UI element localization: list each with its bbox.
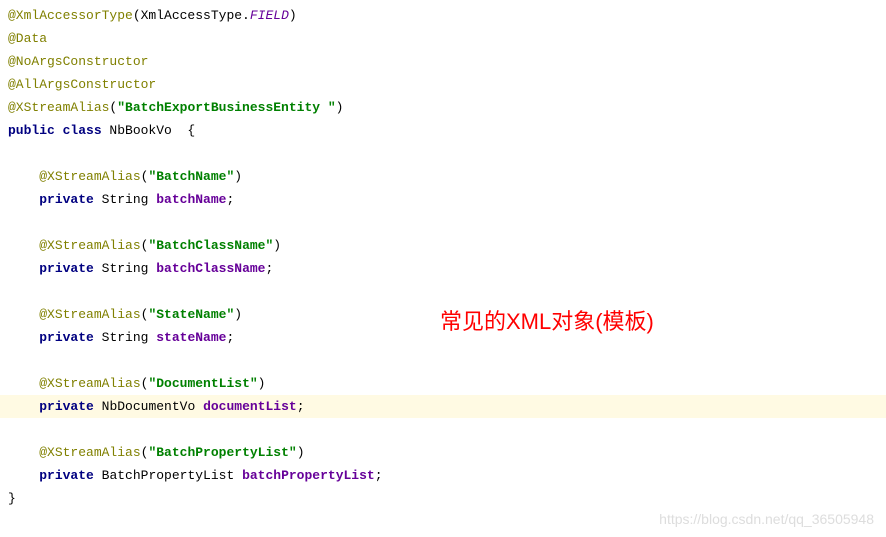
- code-token-type: NbBookVo {: [109, 123, 195, 138]
- code-token-annotation: @XStreamAlias: [39, 445, 140, 460]
- code-token-italic-const: FIELD: [250, 8, 289, 23]
- code-line[interactable]: private String batchClassName;: [8, 257, 886, 280]
- code-token-annotation: @XStreamAlias: [39, 376, 140, 391]
- code-line[interactable]: private BatchPropertyList batchPropertyL…: [8, 464, 886, 487]
- code-token-string: "BatchName": [148, 169, 234, 184]
- code-token-punct: ): [297, 445, 305, 460]
- code-token-punct: (XmlAccessType.: [133, 8, 250, 23]
- code-token-punct: ;: [375, 468, 383, 483]
- code-line[interactable]: public class NbBookVo {: [8, 119, 886, 142]
- code-line[interactable]: @XStreamAlias("BatchPropertyList"): [8, 441, 886, 464]
- code-token-type: String: [102, 330, 157, 345]
- code-token-punct: ): [258, 376, 266, 391]
- code-line[interactable]: @XStreamAlias("DocumentList"): [8, 372, 886, 395]
- code-token-string: "BatchPropertyList": [148, 445, 296, 460]
- code-token-field: documentList: [203, 399, 297, 414]
- code-token-field: batchName: [156, 192, 226, 207]
- code-token-type: NbDocumentVo: [102, 399, 203, 414]
- code-line[interactable]: @Data: [8, 27, 886, 50]
- code-token-string: "BatchClassName": [148, 238, 273, 253]
- code-token-punct: ): [289, 8, 297, 23]
- code-token-type: String: [102, 261, 157, 276]
- code-token-annotation: @XmlAccessorType: [8, 8, 133, 23]
- code-token-punct: }: [8, 491, 16, 506]
- code-line[interactable]: private String batchName;: [8, 188, 886, 211]
- overlay-annotation: 常见的XML对象(模板): [440, 304, 654, 336]
- code-line[interactable]: private NbDocumentVo documentList;: [0, 395, 886, 418]
- code-token-annotation: @Data: [8, 31, 47, 46]
- code-line[interactable]: [8, 418, 886, 441]
- code-token-punct: ;: [297, 399, 305, 414]
- code-token-type: String: [102, 192, 157, 207]
- code-token-punct: ): [273, 238, 281, 253]
- code-token-field: batchPropertyList: [242, 468, 375, 483]
- code-token-string: "StateName": [148, 307, 234, 322]
- code-token-keyword: public class: [8, 123, 109, 138]
- code-token-punct: ;: [226, 330, 234, 345]
- code-line[interactable]: [8, 211, 886, 234]
- code-token-annotation: @XStreamAlias: [39, 169, 140, 184]
- code-line[interactable]: [8, 349, 886, 372]
- code-token-annotation: @XStreamAlias: [39, 307, 140, 322]
- code-token-punct: ): [336, 100, 344, 115]
- watermark-text: https://blog.csdn.net/qq_36505948: [659, 511, 874, 527]
- code-editor[interactable]: @XmlAccessorType(XmlAccessType.FIELD) @Da…: [0, 0, 886, 510]
- code-token-string: "DocumentList": [148, 376, 257, 391]
- code-token-annotation: @XStreamAlias: [8, 100, 109, 115]
- code-line[interactable]: }: [8, 487, 886, 510]
- code-token-punct: ;: [226, 192, 234, 207]
- code-token-keyword: private: [39, 330, 101, 345]
- code-token-field: stateName: [156, 330, 226, 345]
- code-token-field: batchClassName: [156, 261, 265, 276]
- code-token-keyword: private: [39, 192, 101, 207]
- code-token-punct: ;: [265, 261, 273, 276]
- code-token-annotation: @XStreamAlias: [39, 238, 140, 253]
- code-line[interactable]: @XStreamAlias("BatchName"): [8, 165, 886, 188]
- code-line[interactable]: @NoArgsConstructor: [8, 50, 886, 73]
- code-token-keyword: private: [39, 261, 101, 276]
- code-token-type: BatchPropertyList: [102, 468, 242, 483]
- code-token-punct: ): [234, 169, 242, 184]
- code-token-punct: ): [234, 307, 242, 322]
- code-token-annotation: @AllArgsConstructor: [8, 77, 156, 92]
- code-token-string: "BatchExportBusinessEntity ": [117, 100, 335, 115]
- code-line[interactable]: @XmlAccessorType(XmlAccessType.FIELD): [8, 4, 886, 27]
- code-line[interactable]: [8, 142, 886, 165]
- code-line[interactable]: @XStreamAlias("BatchExportBusinessEntity…: [8, 96, 886, 119]
- code-token-keyword: private: [39, 399, 101, 414]
- code-line[interactable]: [8, 280, 886, 303]
- code-line[interactable]: @AllArgsConstructor: [8, 73, 886, 96]
- code-token-annotation: @NoArgsConstructor: [8, 54, 148, 69]
- code-line[interactable]: @XStreamAlias("BatchClassName"): [8, 234, 886, 257]
- code-token-keyword: private: [39, 468, 101, 483]
